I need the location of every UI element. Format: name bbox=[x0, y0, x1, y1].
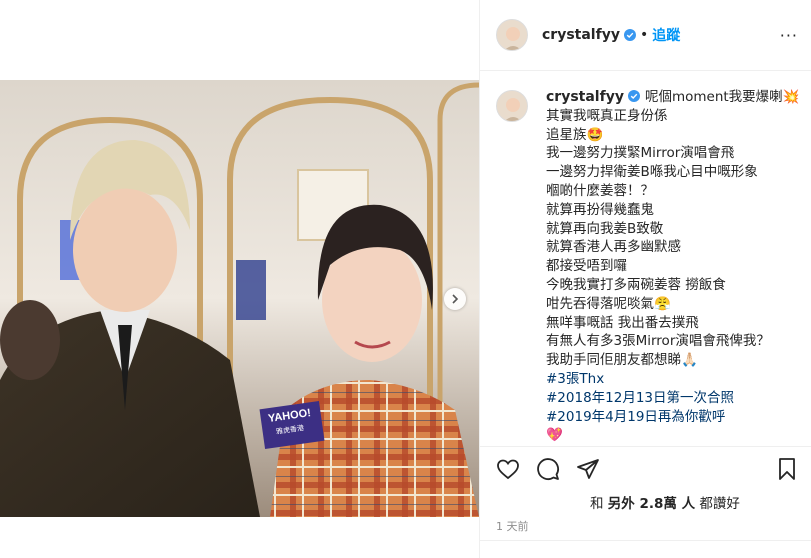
caption-line: 就算再扮得幾蠢鬼 bbox=[546, 201, 654, 218]
caption-line: 就算再向我姜B致敬 bbox=[546, 220, 664, 237]
post-timestamp[interactable]: 1 天前 bbox=[496, 518, 529, 534]
comment-icon[interactable] bbox=[536, 457, 560, 481]
caption-first-line: crystalfyy 呢個moment我要爆喇💥 bbox=[546, 88, 799, 107]
avatar-image bbox=[497, 20, 527, 50]
caption-line: 我一邊努力撲緊Mirror演唱會飛 bbox=[546, 145, 735, 162]
likes-summary: 和 另外 2.8萬 人 都讚好 bbox=[590, 492, 740, 512]
avatar[interactable] bbox=[496, 19, 528, 51]
post-header: crystalfyy • 追蹤 ··· bbox=[480, 0, 811, 71]
share-icon[interactable] bbox=[576, 457, 600, 481]
hashtag-link[interactable]: #2019年4月19日再為你歡呼 bbox=[546, 408, 799, 427]
caption-line: 追星族🤩 bbox=[546, 126, 604, 143]
photo-scene bbox=[0, 80, 479, 517]
caption-line: 無咩事嘅話 我出番去撲飛 bbox=[546, 314, 699, 331]
post-media-panel: YAHOO! 雅虎香港 bbox=[0, 0, 479, 558]
likes-prefix: 和 bbox=[590, 496, 604, 512]
next-photo-button[interactable] bbox=[444, 288, 466, 310]
caption-line: 都接受唔到囉 bbox=[546, 258, 627, 275]
caption-line: 其實我嘅真正身份係 bbox=[546, 107, 668, 124]
caption-username-link[interactable]: crystalfyy bbox=[546, 89, 624, 105]
caption-line: 咁先吞得落呢啖氣😤 bbox=[546, 295, 671, 312]
post-actions-bar bbox=[480, 446, 811, 486]
username-link[interactable]: crystalfyy bbox=[542, 27, 620, 43]
avatar-image bbox=[497, 91, 527, 121]
caption-line: 今晚我實打多兩碗姜蓉 撈飯食 bbox=[546, 276, 726, 293]
caption-emoji: 💖 bbox=[546, 427, 563, 444]
likes-count-link[interactable]: 另外 2.8萬 人 bbox=[608, 496, 695, 512]
post-photo[interactable]: YAHOO! 雅虎香港 bbox=[0, 80, 479, 517]
post-caption: crystalfyy 呢個moment我要爆喇💥 其實我嘅真正身份係 追星族🤩 我… bbox=[496, 88, 806, 445]
divider bbox=[480, 540, 811, 541]
hashtag-link[interactable]: #3張Thx bbox=[546, 370, 799, 389]
bookmark-icon[interactable] bbox=[775, 457, 799, 481]
more-options-button[interactable]: ··· bbox=[780, 26, 798, 45]
heart-icon[interactable] bbox=[496, 457, 520, 481]
separator-dot: • bbox=[639, 27, 649, 43]
caption-line: 一邊努力捍衛姜B喺我心目中嘅形象 bbox=[546, 164, 758, 181]
caption-line: 呢個moment我要爆喇💥 bbox=[644, 89, 800, 105]
instagram-post-view: YAHOO! 雅虎香港 crystalfyy • 追蹤 ··· crystalf… bbox=[0, 0, 811, 558]
verified-badge-icon bbox=[627, 90, 640, 102]
post-side-panel: crystalfyy • 追蹤 ··· crystalfyy 呢個moment我要… bbox=[479, 0, 811, 558]
caption-line: 我助手同佢朋友都想睇🙏🏻 bbox=[546, 352, 698, 369]
follow-button[interactable]: 追蹤 bbox=[652, 25, 680, 45]
likes-suffix: 都讚好 bbox=[699, 496, 740, 512]
verified-badge-icon bbox=[623, 29, 636, 41]
caption-line: 就算香港人再多幽默感 bbox=[546, 239, 681, 256]
caption-avatar[interactable] bbox=[496, 90, 528, 122]
chevron-right-icon bbox=[452, 294, 459, 304]
hashtag-link[interactable]: #2018年12月13日第一次合照 bbox=[546, 389, 799, 408]
caption-line: 嗰啲什麼姜蓉！？ bbox=[546, 182, 654, 199]
caption-line: 有無人有多3張Mirror演唱會飛俾我？ bbox=[546, 333, 770, 350]
caption-text: crystalfyy 呢個moment我要爆喇💥 其實我嘅真正身份係 追星族🤩 我… bbox=[546, 88, 799, 445]
